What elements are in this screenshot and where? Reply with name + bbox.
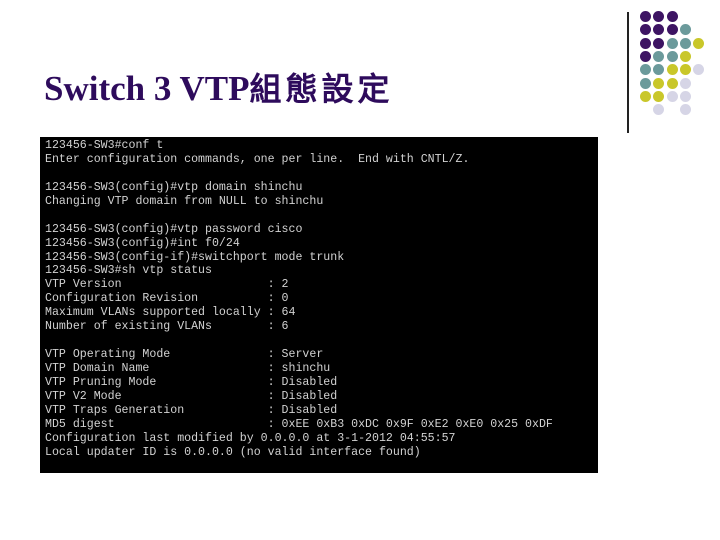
terminal-line: 123456-SW3(config-if)#switchport mode tr… xyxy=(45,250,345,264)
decorative-dot-purple xyxy=(640,37,651,49)
decorative-dot-lavender xyxy=(679,77,691,89)
terminal-line: 123456-SW3#conf t xyxy=(45,139,164,152)
decorative-dot-yellow xyxy=(679,50,691,62)
decorative-dot-purple xyxy=(640,11,651,22)
terminal-line: VTP Domain Name : shinchu xyxy=(45,362,331,375)
decorative-dot-yellow xyxy=(666,64,678,76)
decorative-divider xyxy=(627,12,629,133)
slide-title-cjk: 組態設定 xyxy=(249,70,394,108)
decorative-dot-yellow xyxy=(693,37,705,49)
terminal-line: Number of existing VLANs : 6 xyxy=(45,320,289,334)
terminal-line: Configuration last modified by 0.0.0.0 a… xyxy=(45,431,456,445)
terminal-line: Local updater ID is 0.0.0.0 (no valid in… xyxy=(45,445,421,459)
terminal-line: 123456-SW3(config)#vtp password cisco xyxy=(45,222,303,236)
decorative-dot-purple xyxy=(666,11,678,22)
decorative-dot-teal xyxy=(666,50,678,62)
terminal-line: VTP Pruning Mode : Disabled xyxy=(45,375,338,389)
decorative-dot-lavender xyxy=(679,90,691,102)
decorative-dot-yellow xyxy=(640,90,651,102)
decorative-dot-purple xyxy=(666,24,678,36)
decorative-dot-lavender xyxy=(679,104,691,116)
decorative-dot-teal xyxy=(653,50,665,62)
terminal-line: 123456-SW3(config)#int f0/24 xyxy=(45,236,240,250)
slide-title-latin: Switch 3 VTP xyxy=(44,69,250,108)
terminal-line: Enter configuration commands, one per li… xyxy=(45,152,470,166)
decorative-dot-yellow xyxy=(653,90,665,102)
terminal-line: VTP V2 Mode : Disabled xyxy=(45,389,338,403)
decorative-dot-yellow xyxy=(653,77,665,89)
decorative-dot-grid xyxy=(640,11,720,121)
terminal-line: Maximum VLANs supported locally : 64 xyxy=(45,306,296,320)
decorative-dot-purple xyxy=(653,11,665,22)
decorative-dot-yellow xyxy=(666,77,678,89)
terminal-line: Configuration Revision : 0 xyxy=(45,292,289,306)
terminal-line: VTP Traps Generation : Disabled xyxy=(45,403,338,417)
decorative-dot-lavender xyxy=(666,90,678,102)
decorative-dot-lavender xyxy=(653,104,665,116)
terminal-line: MD5 digest : 0xEE 0xB3 0xDC 0x9F 0xE2 0x… xyxy=(45,417,553,431)
decorative-dot-purple xyxy=(640,24,651,36)
decorative-dot-purple xyxy=(653,24,665,36)
terminal-line: 123456-SW3(config)#vtp domain shinchu xyxy=(45,180,303,194)
terminal-line: VTP Operating Mode : Server xyxy=(45,348,324,362)
decorative-dot-teal xyxy=(653,64,665,76)
decorative-dot-teal xyxy=(666,37,678,49)
slide-title: Switch 3 VTP組態設定 xyxy=(44,64,394,110)
decorative-dot-purple xyxy=(640,50,651,62)
decorative-dot-purple xyxy=(653,37,665,49)
decorative-dot-yellow xyxy=(679,64,691,76)
decorative-dot-teal xyxy=(640,64,651,76)
decorative-dot-teal xyxy=(679,24,691,36)
terminal-line: Changing VTP domain from NULL to shinchu xyxy=(45,194,324,208)
decorative-dot-teal xyxy=(640,77,651,89)
decorative-dot-lavender xyxy=(693,64,705,76)
terminal-line: 123456-SW3#sh vtp status xyxy=(45,264,212,278)
decorative-dot-teal xyxy=(679,37,691,49)
terminal-screenshot: 123456-SW3#conf t Enter configuration com… xyxy=(40,137,598,473)
terminal-line: VTP Version : 2 xyxy=(45,278,289,292)
